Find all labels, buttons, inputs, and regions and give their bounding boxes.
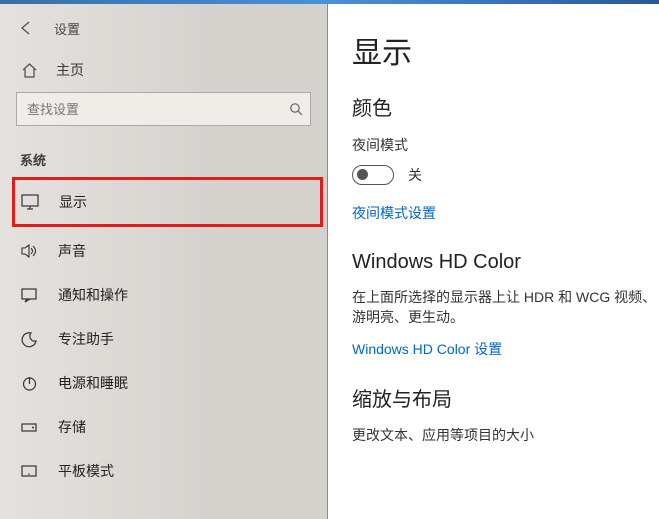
app-title: 设置 [54, 19, 80, 38]
toggle-state-label: 关 [408, 165, 422, 185]
sound-icon [20, 242, 38, 260]
search-input[interactable] [17, 102, 282, 117]
nav-label: 声音 [58, 241, 86, 261]
color-section-title: 颜色 [352, 92, 659, 121]
search-icon [282, 93, 310, 125]
sidebar-item-focus-assist[interactable]: 专注助手 [0, 317, 327, 361]
hd-color-description: 在上面所选择的显示器上让 HDR 和 WCG 视频、游明亮、更生动。 [352, 288, 659, 327]
sidebar-item-display[interactable]: 显示 [12, 177, 323, 227]
nav-label: 电源和睡眠 [58, 373, 128, 393]
power-icon [20, 374, 38, 392]
arrow-left-icon [17, 19, 35, 37]
moon-icon [20, 330, 38, 348]
page-title: 显示 [352, 28, 659, 72]
nav-label: 平板模式 [58, 461, 114, 481]
monitor-icon [21, 193, 39, 211]
night-light-settings-link[interactable]: 夜间模式设置 [352, 203, 436, 223]
nav-label: 显示 [59, 192, 87, 212]
scale-description: 更改文本、应用等项目的大小 [352, 426, 659, 446]
sidebar-item-home[interactable]: 主页 [0, 50, 327, 92]
home-label: 主页 [56, 60, 84, 80]
storage-icon [20, 418, 38, 436]
scale-layout-title: 缩放与布局 [352, 383, 659, 412]
hd-color-title: Windows HD Color [352, 251, 659, 274]
tablet-icon [20, 462, 38, 480]
nav-label: 通知和操作 [58, 285, 128, 305]
sidebar-item-tablet[interactable]: 平板模式 [0, 449, 327, 493]
night-light-label: 夜间模式 [352, 135, 659, 155]
back-button[interactable] [16, 18, 36, 38]
search-box[interactable] [16, 92, 311, 126]
sidebar-item-sound[interactable]: 声音 [0, 229, 327, 273]
sidebar-section-header: 系统 [0, 140, 327, 175]
content-area: 显示 颜色 夜间模式 关 夜间模式设置 Windows HD Color 在上面… [328, 4, 659, 519]
night-light-toggle[interactable] [352, 165, 394, 185]
hd-color-settings-link[interactable]: Windows HD Color 设置 [352, 339, 502, 359]
sidebar-item-storage[interactable]: 存储 [0, 405, 327, 449]
nav-label: 专注助手 [58, 329, 114, 349]
sidebar: 设置 主页 系统 显示 [0, 4, 328, 519]
notification-icon [20, 286, 38, 304]
sidebar-item-notifications[interactable]: 通知和操作 [0, 273, 327, 317]
sidebar-item-power[interactable]: 电源和睡眠 [0, 361, 327, 405]
home-icon [20, 61, 38, 79]
nav-label: 存储 [58, 417, 86, 437]
